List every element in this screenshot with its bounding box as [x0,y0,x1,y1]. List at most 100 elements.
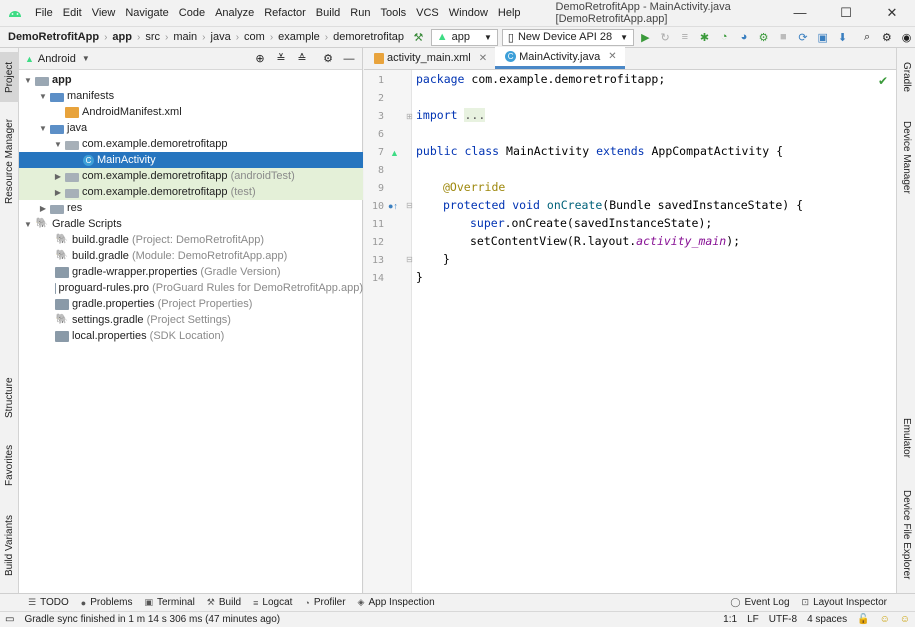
tree-item-settings-gradle[interactable]: 🐘 settings.gradle (Project Settings) [19,312,363,328]
indent-setting[interactable]: 4 spaces [802,614,852,625]
options-gear-icon[interactable]: ⚙ [319,50,337,68]
tool-logcat[interactable]: ≡ Logcat [247,597,298,608]
menu-window[interactable]: Window [444,0,493,26]
expand-all-icon[interactable]: ≚ [272,50,290,68]
menu-refactor[interactable]: Refactor [259,0,311,26]
file-encoding[interactable]: UTF-8 [764,614,802,625]
panel-toggle-icon[interactable]: ▭ [0,614,19,625]
attach-debugger-icon[interactable]: ◕ [736,28,753,46]
tree-item-build-gradle-project[interactable]: 🐘 build.gradle (Project: DemoRetrofitApp) [19,232,363,248]
breadcrumb-src[interactable]: src [142,31,163,43]
tree-item-androidmanifest[interactable]: AndroidManifest.xml [19,104,363,120]
account-icon[interactable]: ◉ [898,28,915,46]
sync-gradle-icon[interactable]: ⟳ [795,28,812,46]
tab-mainactivity-java[interactable]: C MainActivity.java ✕ [495,47,625,69]
chevron-down-icon[interactable]: ▼ [38,124,48,133]
settings-gear-icon[interactable]: ⚙ [878,28,895,46]
avd-manager-icon[interactable]: ▣ [814,28,831,46]
tool-app-inspection[interactable]: ◈ App Inspection [352,597,441,608]
folded-imports[interactable]: ... [464,108,486,122]
lock-icon[interactable]: 🔓 [852,614,874,625]
tool-tab-gradle[interactable]: Gradle [897,52,915,102]
menu-vcs[interactable]: VCS [411,0,444,26]
run-icon[interactable]: ▶ [637,28,654,46]
minimize-button[interactable]: — [777,0,823,26]
locate-file-icon[interactable]: ⊕ [251,50,269,68]
profile-icon[interactable]: ◔ [716,28,733,46]
apply-changes-icon[interactable]: ↻ [657,28,674,46]
coverage-icon[interactable]: ⚙ [755,28,772,46]
stop-icon[interactable]: ■ [775,28,792,46]
tree-item-gradle-scripts[interactable]: ▼ 🐘 Gradle Scripts [19,216,363,232]
tool-tab-project[interactable]: Project [0,52,19,102]
menu-code[interactable]: Code [174,0,210,26]
chevron-down-icon[interactable]: ▼ [38,92,48,101]
menu-edit[interactable]: Edit [58,0,87,26]
tool-tab-resource-manager[interactable]: Resource Manager [0,116,19,206]
tree-item-gradle-properties[interactable]: gradle.properties (Project Properties) [19,296,363,312]
chevron-down-icon[interactable]: ▼ [82,54,90,63]
tool-todo[interactable]: ☰ TODO [22,597,75,608]
tool-tab-emulator[interactable]: Emulator [897,408,915,468]
tree-item-gradle-wrapper[interactable]: gradle-wrapper.properties (Gradle Versio… [19,264,363,280]
tool-profiler[interactable]: ◔ Profiler [298,597,351,608]
menu-analyze[interactable]: Analyze [210,0,259,26]
close-button[interactable]: ✕ [869,0,915,26]
tool-terminal[interactable]: ▣ Terminal [138,597,200,608]
tool-problems[interactable]: ● Problems [75,597,139,608]
tree-item-build-gradle-module[interactable]: 🐘 build.gradle (Module: DemoRetrofitApp.a… [19,248,363,264]
tree-item-res[interactable]: ▶ res [19,200,363,216]
tool-tab-structure[interactable]: Structure [0,368,19,428]
code-area[interactable]: package com.example.demoretrofitapp; imp… [364,70,896,593]
tool-event-log[interactable]: ◯ Event Log [724,597,795,608]
chevron-down-icon[interactable]: ▼ [23,76,33,85]
feedback-smile-icon[interactable]: ☺ [875,614,895,625]
caret-position[interactable]: 1:1 [718,614,742,625]
status-message[interactable]: Gradle sync finished in 1 m 14 s 306 ms … [19,614,285,625]
chevron-right-icon[interactable]: ▶ [53,172,63,181]
close-tab-icon[interactable]: ✕ [608,51,616,62]
run-config-select[interactable]: ▲ app ▼ [430,28,498,46]
tree-item-package-test[interactable]: ▶ com.example.demoretrofitapp (test) [19,184,363,200]
project-view-select[interactable]: Android [38,53,76,65]
search-icon[interactable]: ⌕ [859,28,876,46]
menu-navigate[interactable]: Navigate [120,0,173,26]
hide-panel-icon[interactable]: — [340,50,358,68]
tab-activity-main-xml[interactable]: activity_main.xml ✕ [364,47,495,69]
breadcrumb-project[interactable]: DemoRetrofitApp [0,31,102,43]
tree-item-proguard[interactable]: proguard-rules.pro (ProGuard Rules for D… [19,280,363,296]
chevron-right-icon[interactable]: ▶ [53,188,63,197]
collapse-all-icon[interactable]: ≙ [293,50,311,68]
tree-item-mainactivity[interactable]: C MainActivity [19,152,363,168]
debug-icon[interactable]: ✱ [696,28,713,46]
breadcrumb-example[interactable]: example [275,31,323,43]
device-select[interactable]: ▯ New Device API 28 ▼ [501,28,635,46]
tool-tab-favorites[interactable]: Favorites [0,438,19,493]
maximize-button[interactable]: ☐ [823,0,869,26]
sdk-manager-icon[interactable]: ⬇ [834,28,851,46]
tool-tab-device-manager[interactable]: Device Manager [897,112,915,202]
tree-item-manifests[interactable]: ▼ manifests [19,88,363,104]
breadcrumb-java[interactable]: java [208,31,234,43]
tree-item-package-androidtest[interactable]: ▶ com.example.demoretrofitapp (androidTes… [19,168,363,184]
tree-item-local-properties[interactable]: local.properties (SDK Location) [19,328,363,344]
tree-item-package-main[interactable]: ▼ com.example.demoretrofitapp [19,136,363,152]
menu-run[interactable]: Run [345,0,375,26]
menu-file[interactable]: File [30,0,58,26]
inspector-face-icon[interactable]: ☺ [895,614,915,625]
menu-build[interactable]: Build [311,0,345,26]
tree-item-app[interactable]: ▼ app [19,72,363,88]
tool-layout-inspector[interactable]: ⊡ Layout Inspector [796,597,893,608]
menu-help[interactable]: Help [493,0,526,26]
menu-tools[interactable]: Tools [375,0,411,26]
apply-code-changes-icon[interactable]: ≡ [676,28,693,46]
tool-build[interactable]: ⚒ Build [201,597,247,608]
chevron-down-icon[interactable]: ▼ [23,220,33,229]
close-tab-icon[interactable]: ✕ [479,53,487,64]
tree-item-java[interactable]: ▼ java [19,120,363,136]
breadcrumb-com[interactable]: com [241,31,268,43]
breadcrumb-module[interactable]: app [109,31,135,43]
chevron-right-icon[interactable]: ▶ [38,204,48,213]
breadcrumb-package[interactable]: demoretrofitap [330,31,407,43]
tool-tab-device-file-explorer[interactable]: Device File Explorer [897,480,915,590]
